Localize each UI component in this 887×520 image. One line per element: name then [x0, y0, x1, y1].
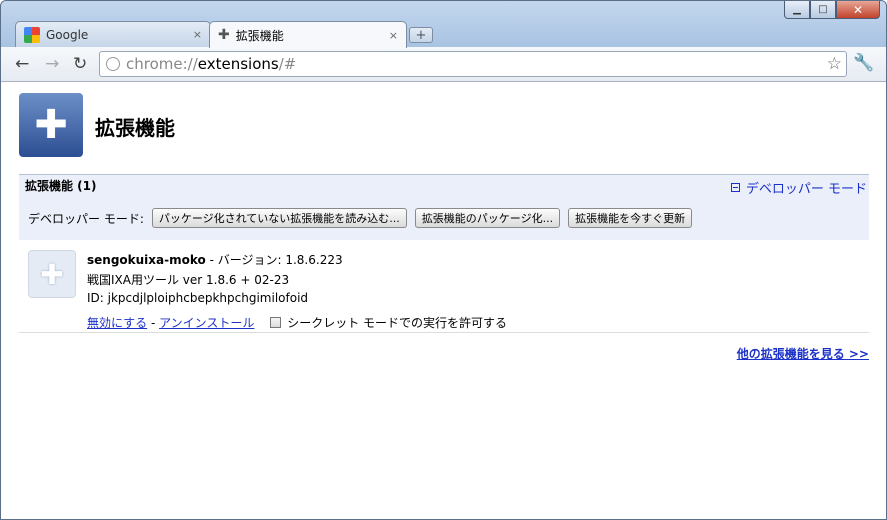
star-icon[interactable]: ☆ [827, 54, 842, 74]
developer-mode-label: デベロッパー モード: [28, 211, 144, 226]
tab-title: Google [46, 27, 89, 42]
close-window-button[interactable]: ✕ [836, 1, 880, 19]
tab-google[interactable]: Google × [15, 21, 211, 47]
extension-name: sengokuixa-moko [87, 253, 206, 267]
google-favicon-icon [24, 26, 40, 43]
extensions-section-header: 拡張機能 (1) デベロッパー モード [19, 174, 869, 197]
extension-puzzle-icon: ✚ [28, 250, 76, 298]
puzzle-icon: ✚ [218, 27, 230, 43]
reload-icon[interactable]: ↻ [73, 54, 87, 74]
tab-title: 拡張機能 [235, 28, 284, 43]
uninstall-link[interactable]: アンインストール [159, 316, 254, 330]
new-tab-button[interactable]: + [409, 27, 433, 43]
tab-extensions[interactable]: ✚ 拡張機能 × [209, 21, 407, 48]
disable-link[interactable]: 無効にする [87, 316, 147, 330]
extension-item: ✚ sengokuixa-moko - バージョン: 1.8.6.223 戦国I… [19, 240, 869, 333]
pack-extension-button[interactable]: 拡張機能のパッケージ化... [414, 208, 561, 228]
update-now-button[interactable]: 拡張機能を今すぐ更新 [568, 208, 693, 228]
browser-window: ▁ □ ✕ Google × ✚ 拡張機能 × + ← → ↻ chrome:/… [0, 0, 887, 520]
url-rest: /# [278, 55, 297, 73]
developer-mode-toggle[interactable]: デベロッパー モード [730, 178, 867, 197]
extension-title-line: sengokuixa-moko - バージョン: 1.8.6.223 [87, 251, 343, 268]
section-title: 拡張機能 (1) [25, 179, 97, 193]
wrench-icon[interactable]: 🔧 [853, 53, 874, 73]
more-extensions-link[interactable]: 他の拡張機能を見る >> [737, 345, 869, 362]
window-controls: ▁ □ ✕ [784, 1, 880, 19]
toolbar: ← → ↻ chrome://extensions/# ☆ 🔧 [1, 47, 886, 82]
extension-id: ID: jkpcdjlploiphcbepkhpchgimilofoid [87, 291, 309, 305]
page-content: ✚ 拡張機能 拡張機能 (1) デベロッパー モード デベロッパー モード: パ… [1, 82, 886, 519]
minimize-button[interactable]: ▁ [784, 1, 810, 19]
extension-description: 戦国IXA用ツール ver 1.8.6 + 02-23 [87, 273, 290, 287]
url-scheme: chrome:// [126, 55, 198, 73]
developer-panel: デベロッパー モード: パッケージ化されていない拡張機能を読み込む... 拡張機… [19, 196, 869, 240]
extension-version: - バージョン: 1.8.6.223 [205, 253, 343, 267]
separator: - [147, 316, 160, 330]
page-title: 拡張機能 [95, 116, 175, 140]
incognito-label: シークレット モードでの実行を許可する [287, 316, 508, 330]
load-unpacked-button[interactable]: パッケージ化されていない拡張機能を読み込む... [151, 208, 407, 228]
title-bar: ▁ □ ✕ Google × ✚ 拡張機能 × + [1, 1, 886, 48]
tab-close-icon[interactable]: × [389, 29, 398, 42]
extensions-header-icon: ✚ [19, 93, 83, 157]
globe-icon [106, 57, 120, 71]
incognito-checkbox[interactable] [270, 317, 282, 328]
developer-mode-label: デベロッパー モード [745, 182, 867, 197]
maximize-button[interactable]: □ [810, 1, 836, 19]
url-host: extensions [197, 55, 279, 73]
address-bar[interactable]: chrome://extensions/# ☆ [99, 51, 847, 77]
back-arrow-icon[interactable]: ← [15, 54, 29, 74]
forward-arrow-icon[interactable]: → [45, 54, 59, 74]
minus-box-icon [730, 183, 740, 192]
tab-close-icon[interactable]: × [193, 28, 202, 41]
extension-actions: 無効にする - アンインストール シークレット モードでの実行を許可する [87, 314, 507, 331]
